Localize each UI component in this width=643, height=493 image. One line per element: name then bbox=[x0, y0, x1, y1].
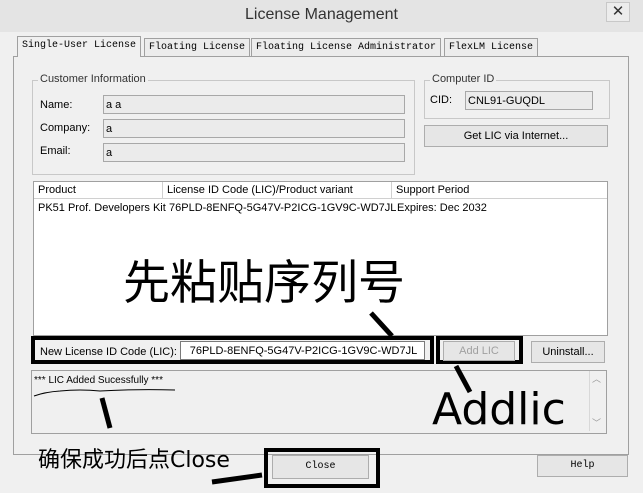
annotation-paste-serial: 先粘贴序列号 bbox=[123, 256, 405, 311]
tab-single-user-license[interactable]: Single-User License bbox=[17, 36, 142, 57]
annotation-ensure-close: 确保成功后点Close bbox=[38, 448, 230, 473]
annotation-add-lic: Addlic bbox=[432, 384, 566, 435]
